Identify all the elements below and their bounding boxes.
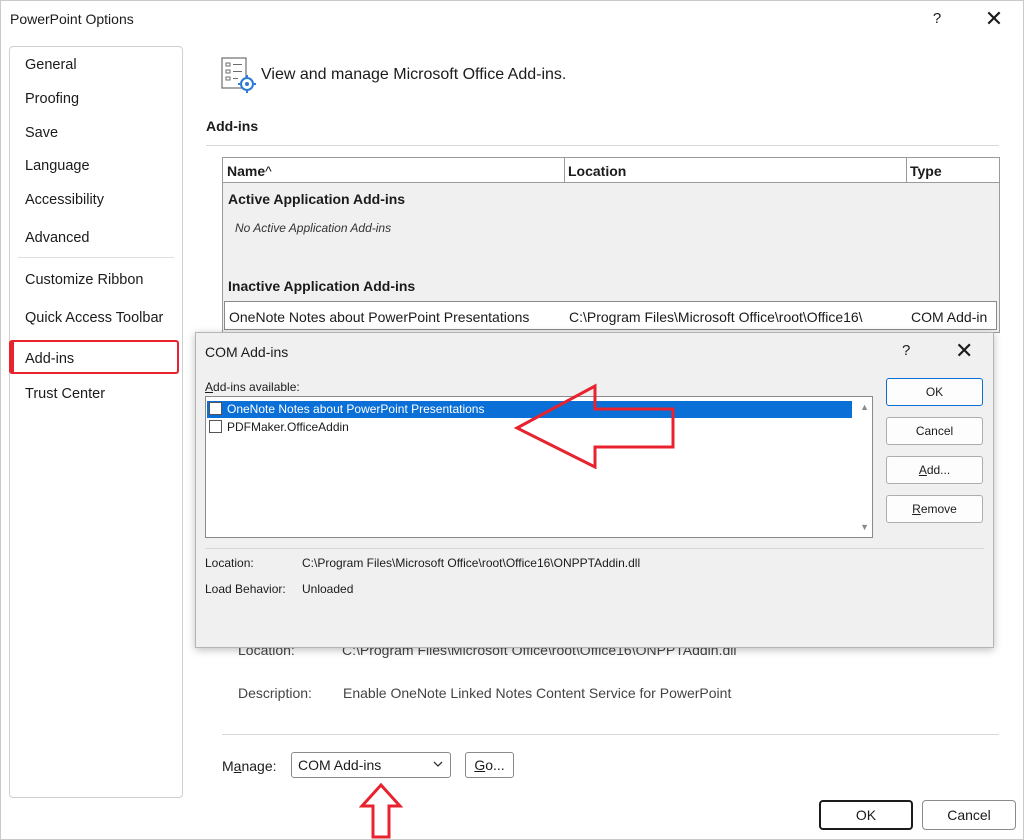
empty-group-text: No Active Application Add-ins xyxy=(235,221,392,235)
manage-dropdown[interactable]: COM Add-ins xyxy=(291,752,451,778)
dialog-divider xyxy=(205,548,984,549)
annotation-up-arrow-icon xyxy=(359,782,403,839)
section-divider xyxy=(206,145,999,146)
column-header-name[interactable]: Name^ xyxy=(227,163,272,179)
sidebar-item-accessibility[interactable]: Accessibility xyxy=(25,192,104,208)
details-description-value: Enable OneNote Linked Notes Content Serv… xyxy=(343,685,732,701)
dialog-remove-button[interactable]: Remove xyxy=(886,495,983,523)
dialog-load-behavior-label: Load Behavior: xyxy=(205,582,286,596)
dialog-load-behavior-value: Unloaded xyxy=(302,582,354,596)
sidebar-item-customize-ribbon[interactable]: Customize Ribbon xyxy=(25,272,143,288)
sidebar-item-save[interactable]: Save xyxy=(25,125,58,141)
add-ins-table[interactable]: Name^ Location Type Active Application A… xyxy=(222,157,1000,333)
sidebar-item-add-ins[interactable]: Add-ins xyxy=(25,351,74,367)
dialog-ok-button[interactable]: OK xyxy=(886,378,983,406)
annotation-left-arrow-icon xyxy=(513,383,675,469)
dialog-help-button[interactable]: ? xyxy=(902,342,910,359)
cell-type: COM Add-in xyxy=(911,309,988,325)
com-add-ins-dialog: COM Add-ins ? ✕ Add-ins available: OneNo… xyxy=(195,332,994,648)
sort-indicator-icon: ^ xyxy=(265,163,272,179)
sidebar-item-general[interactable]: General xyxy=(25,57,77,73)
list-item-label: OneNote Notes about PowerPoint Presentat… xyxy=(227,402,485,416)
sidebar: General Proofing Save Language Accessibi… xyxy=(9,46,183,798)
column-separator xyxy=(906,158,907,182)
sidebar-item-quick-access-toolbar[interactable]: Quick Access Toolbar xyxy=(25,310,163,326)
help-button[interactable]: ? xyxy=(928,10,946,27)
scroll-down-icon[interactable]: ▼ xyxy=(860,522,869,532)
table-header: Name^ Location Type xyxy=(223,158,999,183)
chevron-down-icon xyxy=(433,761,443,767)
onenote-checkbox[interactable] xyxy=(209,402,222,415)
sidebar-item-language[interactable]: Language xyxy=(25,158,90,174)
column-header-type[interactable]: Type xyxy=(910,163,942,179)
manage-dropdown-value: COM Add-ins xyxy=(298,757,382,773)
sidebar-item-proofing[interactable]: Proofing xyxy=(25,91,79,107)
scroll-up-icon[interactable]: ▲ xyxy=(860,402,869,412)
manage-divider xyxy=(222,734,999,735)
dialog-title: COM Add-ins xyxy=(205,344,289,360)
page-title: View and manage Microsoft Office Add-ins… xyxy=(261,66,567,83)
cell-location: C:\Program Files\Microsoft Office\root\O… xyxy=(569,309,863,325)
sidebar-item-advanced[interactable]: Advanced xyxy=(25,230,90,246)
dialog-close-button[interactable]: ✕ xyxy=(955,338,973,364)
window-title: PowerPoint Options xyxy=(10,11,134,27)
ok-button[interactable]: OK xyxy=(819,800,913,830)
add-ins-available-label: Add-ins available: xyxy=(205,380,300,394)
dialog-location-value: C:\Program Files\Microsoft Office\root\O… xyxy=(302,556,641,570)
add-ins-list-icon xyxy=(221,57,256,93)
pdfmaker-checkbox[interactable] xyxy=(209,420,222,433)
column-header-location[interactable]: Location xyxy=(568,163,626,179)
dialog-cancel-button[interactable]: Cancel xyxy=(886,417,983,445)
list-item-label: PDFMaker.OfficeAddin xyxy=(227,420,349,434)
details-description-label: Description: xyxy=(238,685,312,701)
sidebar-divider xyxy=(18,257,174,258)
table-row[interactable]: OneNote Notes about PowerPoint Presentat… xyxy=(224,301,997,330)
group-active-add-ins: Active Application Add-ins xyxy=(228,191,406,207)
cell-name: OneNote Notes about PowerPoint Presentat… xyxy=(229,309,530,325)
cancel-button[interactable]: Cancel xyxy=(922,800,1016,830)
sidebar-item-trust-center[interactable]: Trust Center xyxy=(25,386,105,402)
section-title: Add-ins xyxy=(206,118,259,134)
go-button[interactable]: Go... xyxy=(465,752,514,778)
dialog-add-button[interactable]: Add... xyxy=(886,456,983,484)
group-inactive-add-ins: Inactive Application Add-ins xyxy=(228,278,416,294)
close-button[interactable]: ✕ xyxy=(984,6,1004,32)
column-separator xyxy=(564,158,565,182)
manage-label: Manage: xyxy=(222,758,277,774)
dialog-location-label: Location: xyxy=(205,556,254,570)
